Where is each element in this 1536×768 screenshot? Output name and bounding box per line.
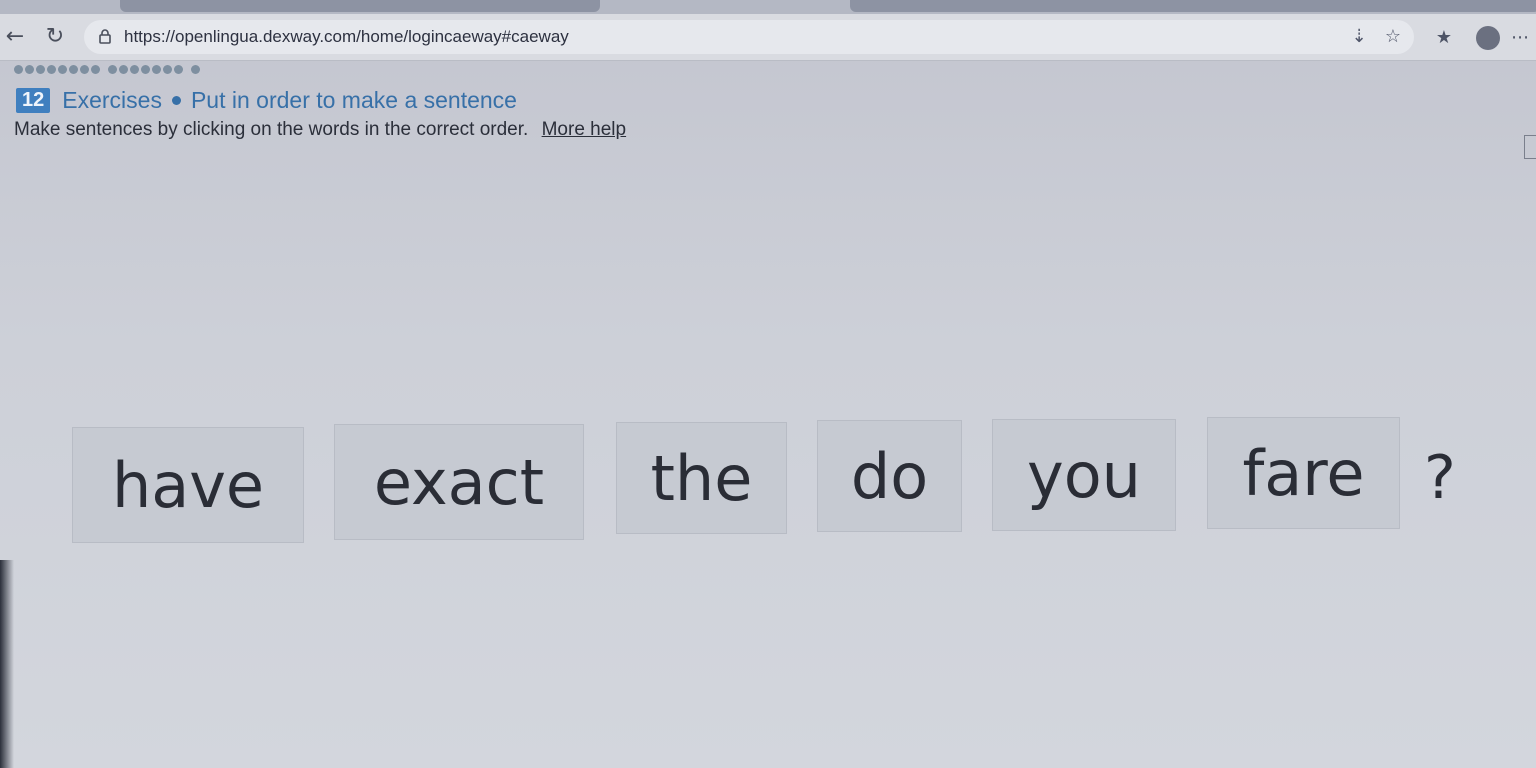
progress-dot[interactable] <box>91 65 100 74</box>
screen-edge-shadow <box>0 560 14 768</box>
exercise-page: 12 Exercises Put in order to make a sente… <box>0 61 1536 768</box>
word-tile[interactable]: do <box>817 420 962 532</box>
tab-strip <box>0 0 1536 14</box>
progress-dot[interactable] <box>36 65 45 74</box>
exercise-section: Exercises <box>62 87 162 113</box>
more-help-link[interactable]: More help <box>542 119 627 140</box>
progress-dot[interactable] <box>152 65 161 74</box>
word-tile[interactable]: exact <box>334 424 584 540</box>
progress-dot[interactable] <box>25 65 34 74</box>
instructions-text: Make sentences by clicking on the words … <box>14 119 529 140</box>
progress-dot[interactable] <box>174 65 183 74</box>
word-tile[interactable]: the <box>616 422 787 534</box>
browser-toolbar: ← ↻ https://openlingua.dexway.com/home/l… <box>0 14 1536 61</box>
exercise-header: 12 Exercises Put in order to make a sente… <box>16 87 517 114</box>
avatar[interactable] <box>1476 26 1500 50</box>
progress-dot[interactable] <box>108 65 117 74</box>
exercise-heading: Put in order to make a sentence <box>190 87 517 113</box>
browser-tab[interactable] <box>120 0 600 12</box>
word-tile[interactable]: fare <box>1207 417 1400 529</box>
more-icon[interactable]: ⋯ <box>1508 26 1532 50</box>
exercise-number-badge: 12 <box>16 88 51 113</box>
side-panel-handle[interactable] <box>1524 135 1536 159</box>
exercise-instructions: Make sentences by clicking on the words … <box>14 119 626 141</box>
arrow-left-icon[interactable]: ← <box>2 24 28 50</box>
progress-dot[interactable] <box>141 65 150 74</box>
progress-indicator <box>14 65 200 75</box>
star-icon[interactable]: ☆ <box>1382 26 1404 48</box>
progress-dot[interactable] <box>47 65 56 74</box>
url-text[interactable]: https://openlingua.dexway.com/home/login… <box>124 27 569 47</box>
progress-dot[interactable] <box>191 65 200 74</box>
progress-dot[interactable] <box>58 65 67 74</box>
lock-icon <box>99 29 111 44</box>
browser-tab[interactable] <box>850 0 1536 12</box>
progress-dot[interactable] <box>130 65 139 74</box>
favorites-icon[interactable]: ★ <box>1432 26 1456 50</box>
reload-icon[interactable]: ↻ <box>42 24 68 50</box>
word-tile[interactable]: you <box>992 419 1176 531</box>
word-tile[interactable]: have <box>72 427 304 543</box>
browser-window: ← ↻ https://openlingua.dexway.com/home/l… <box>0 0 1536 768</box>
download-icon[interactable]: ⇣ <box>1348 26 1370 48</box>
progress-dot[interactable] <box>14 65 23 74</box>
progress-dot[interactable] <box>163 65 172 74</box>
bullet-separator <box>171 95 181 105</box>
progress-dot[interactable] <box>80 65 89 74</box>
exercise-title: Exercises Put in order to make a sentence <box>62 87 517 114</box>
progress-dot[interactable] <box>69 65 78 74</box>
progress-dot[interactable] <box>119 65 128 74</box>
sentence-punctuation: ? <box>1424 443 1456 513</box>
address-bar[interactable]: https://openlingua.dexway.com/home/login… <box>84 20 1414 54</box>
